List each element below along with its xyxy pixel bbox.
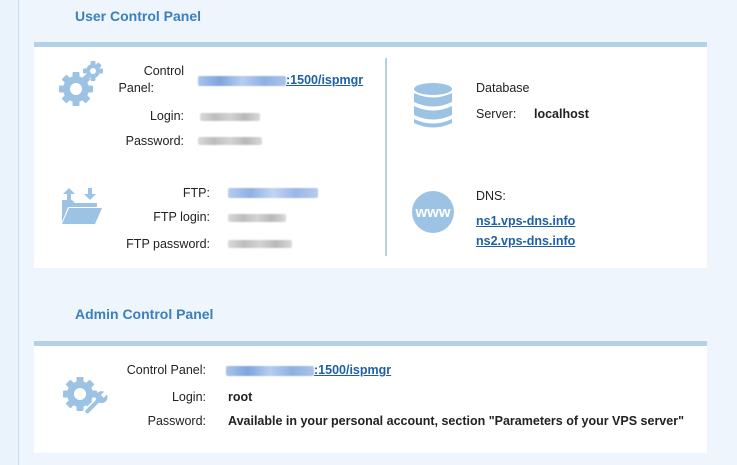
dns-server-2-link[interactable]: ns2.vps-dns.info [476, 233, 575, 250]
user-control-panel-link[interactable]: :1500/ispmgr [198, 72, 363, 89]
admin-panel-title: Admin Control Panel [75, 306, 214, 322]
admin-control-panel-label: Control Panel: [126, 363, 206, 377]
server-label: Server: [476, 107, 517, 121]
svg-text:www: www [414, 204, 450, 221]
login-label: Login: [149, 109, 184, 123]
admin-password-label: Password: [147, 414, 206, 428]
password-label: Password: [125, 134, 184, 148]
user-panel-title: User Control Panel [75, 8, 202, 24]
www-globe-icon: www [412, 191, 454, 233]
redacted-password [198, 137, 262, 145]
ftp-label: FTP: [182, 186, 210, 200]
admin-control-panel-link[interactable]: :1500/ispmgr [226, 362, 391, 379]
control-panel-label-line2: Panel: [118, 81, 154, 95]
redacted-admin-host [226, 365, 314, 376]
folder-upload-download-icon [62, 188, 102, 224]
admin-login-label: Login: [171, 390, 206, 404]
dns-label: DNS: [476, 189, 506, 203]
control-panel-label-line1: Control [143, 64, 184, 78]
redacted-host [198, 75, 286, 86]
dns-server-1-link[interactable]: ns1.vps-dns.info [476, 213, 575, 230]
ftp-password-label: FTP password: [126, 237, 210, 251]
redacted-ftp-host [228, 188, 318, 198]
redacted-login [200, 113, 260, 121]
admin-password-value: Available in your personal account, sect… [228, 414, 684, 428]
admin-login-value: root [228, 390, 253, 404]
column-divider [385, 58, 387, 256]
database-label: Database [476, 81, 530, 95]
database-icon [414, 83, 452, 128]
admin-control-panel-link-text[interactable]: :1500/ispmgr [314, 363, 391, 377]
redacted-ftp-password [228, 240, 292, 248]
gear-wrench-icon [63, 377, 108, 416]
server-value: localhost [534, 107, 589, 121]
ftp-login-label: FTP login: [153, 210, 210, 224]
redacted-ftp-login [228, 214, 286, 222]
gears-icon [59, 61, 103, 106]
user-control-panel-link-text[interactable]: :1500/ispmgr [286, 73, 363, 87]
